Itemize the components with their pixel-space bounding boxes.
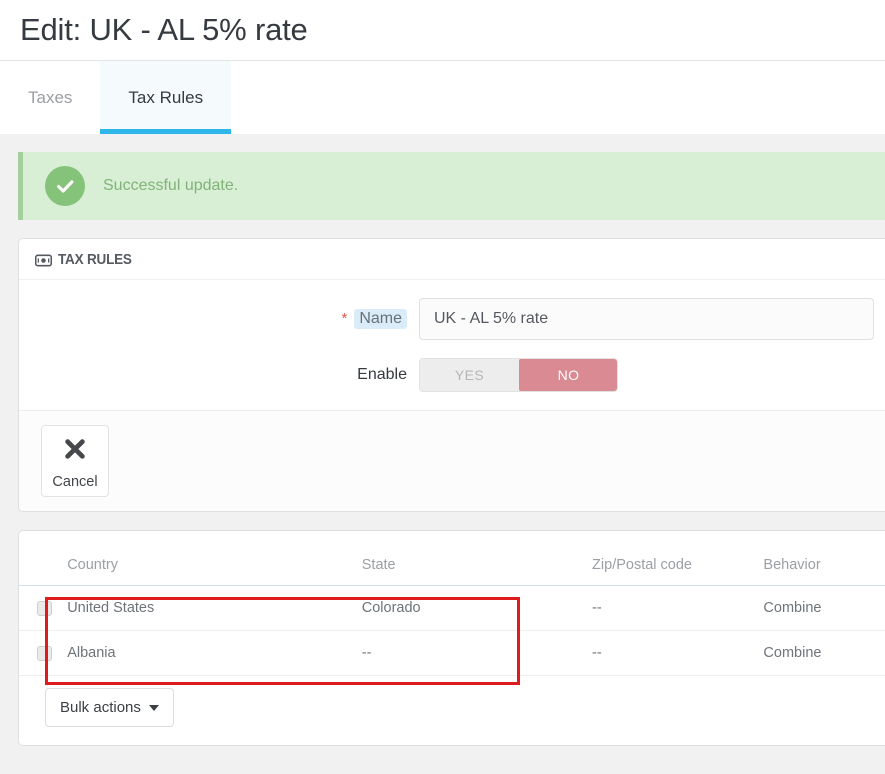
cancel-button[interactable]: Cancel	[41, 425, 109, 497]
tax-rules-table-footer: Bulk actions	[19, 676, 885, 745]
column-header-country: Country	[67, 531, 362, 586]
success-alert-message: Successful update.	[103, 177, 239, 194]
row-checkbox[interactable]	[37, 600, 52, 616]
tab-tax-rules-label: Tax Rules	[128, 87, 204, 107]
bulk-actions-button[interactable]: Bulk actions	[45, 688, 174, 727]
row-country: United States	[67, 585, 362, 631]
column-header-zip: Zip/Postal code	[592, 531, 764, 586]
tax-rules-table: Country State Zip/Postal code Behavior U…	[19, 531, 885, 676]
page-content: Successful update. TAX RULES * Name UK -…	[0, 134, 885, 746]
row-behavior: Combine	[763, 585, 885, 631]
enable-toggle-yes[interactable]: YES	[420, 359, 519, 391]
column-header-select	[19, 531, 68, 586]
row-select-cell	[19, 630, 68, 676]
close-x-icon	[62, 436, 88, 467]
cancel-button-label: Cancel	[52, 474, 98, 490]
row-zip: --	[592, 585, 764, 631]
column-header-behavior: Behavior	[763, 531, 885, 586]
alert-wrapper: Successful update.	[0, 134, 885, 220]
success-alert: Successful update.	[18, 152, 885, 220]
tax-rules-panel: TAX RULES * Name Enable YES NO	[18, 238, 885, 512]
table-row[interactable]: United States Colorado -- Combine	[19, 585, 885, 631]
tab-bar: Taxes Tax Rules	[0, 60, 885, 134]
tax-rules-panel-header: TAX RULES	[19, 239, 885, 280]
row-state: --	[361, 630, 593, 676]
enable-field-label: Enable	[357, 366, 407, 383]
tab-tax-rules[interactable]: Tax Rules	[100, 61, 232, 134]
name-label-text: Name	[354, 309, 407, 329]
row-select-cell	[19, 585, 68, 631]
form-row-name: * Name	[19, 298, 885, 340]
tax-rules-table-body: United States Colorado -- Combine Albani…	[19, 585, 885, 676]
form-row-enable: Enable YES NO	[19, 358, 885, 392]
tax-rules-table-panel: Country State Zip/Postal code Behavior U…	[18, 530, 885, 746]
name-field-label: * Name	[19, 309, 419, 329]
bulk-actions-label: Bulk actions	[60, 699, 141, 716]
chevron-down-icon	[148, 704, 159, 711]
enable-toggle-no[interactable]: NO	[519, 359, 617, 391]
enable-toggle: YES NO	[419, 358, 618, 392]
required-asterisk: *	[341, 310, 348, 327]
page-title: Edit: UK - AL 5% rate	[20, 12, 308, 47]
row-zip: --	[592, 630, 764, 676]
row-state: Colorado	[361, 585, 593, 631]
row-country: Albania	[67, 630, 362, 676]
tax-rules-panel-footer: Cancel	[19, 410, 885, 511]
tab-taxes-label: Taxes	[28, 87, 73, 107]
row-checkbox[interactable]	[37, 645, 52, 661]
tax-rules-panel-title: TAX RULES	[58, 252, 132, 268]
column-header-state: State	[361, 531, 593, 586]
table-header-row: Country State Zip/Postal code Behavior	[19, 531, 885, 586]
money-bill-icon	[35, 254, 52, 267]
table-row[interactable]: Albania -- -- Combine	[19, 630, 885, 676]
check-circle-icon	[45, 166, 85, 206]
page-root: Edit: UK - AL 5% rate Taxes Tax Rules Su…	[0, 0, 885, 774]
tab-taxes[interactable]: Taxes	[0, 61, 100, 134]
tax-rules-table-head: Country State Zip/Postal code Behavior	[19, 531, 885, 586]
page-header: Edit: UK - AL 5% rate	[0, 0, 885, 60]
tax-rules-form: * Name Enable YES NO	[19, 280, 885, 392]
name-input[interactable]	[419, 298, 874, 340]
row-behavior: Combine	[763, 630, 885, 676]
